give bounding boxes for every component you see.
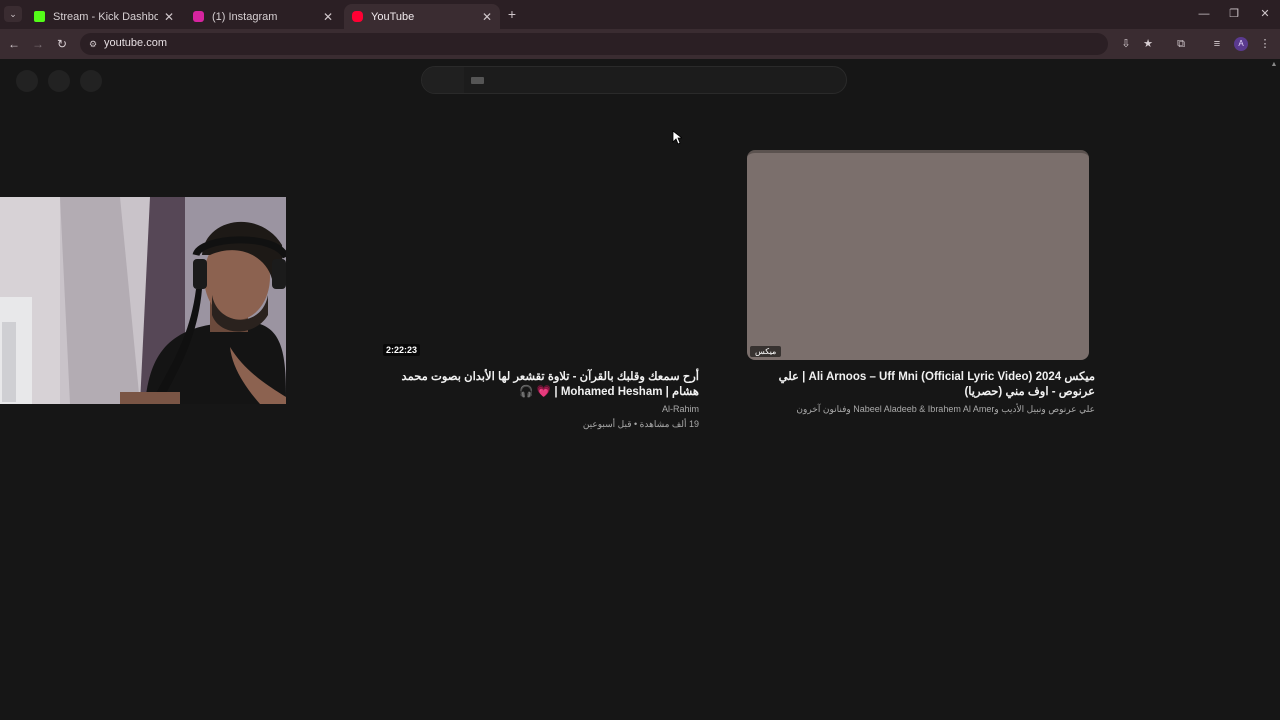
search-icon[interactable] [422, 67, 464, 93]
scroll-up-arrow-icon[interactable]: ▲ [1270, 61, 1278, 69]
mouse-cursor-icon [672, 130, 682, 145]
nav-button-placeholder[interactable] [80, 70, 102, 92]
tab-instagram[interactable]: (1) Instagram ✕ [185, 4, 341, 29]
close-icon[interactable]: ✕ [323, 10, 333, 24]
chevron-down-icon: ⌄ [9, 9, 17, 19]
menu-kebab-icon[interactable]: ⋮ [1257, 36, 1273, 52]
kick-icon [34, 11, 45, 22]
media-controls-icon[interactable]: ≡ [1209, 36, 1225, 52]
keyboard-icon[interactable] [471, 77, 484, 84]
tab-youtube[interactable]: YouTube ✕ [344, 4, 500, 29]
mix-badge: ميكس [750, 346, 782, 357]
window-close-icon[interactable]: ✕ [1257, 6, 1273, 22]
tab-kick-dashboard[interactable]: Stream - Kick Dashboard ✕ [26, 4, 182, 29]
tab-search-button[interactable]: ⌄ [4, 6, 22, 22]
video-meta: 19 ألف مشاهدة • قبل أسبوعين [582, 419, 699, 429]
install-app-icon[interactable]: ⇩ [1118, 36, 1134, 52]
video-title[interactable]: أرح سمعك وقلبك بالقرآن - تلاوة تقشعر لها… [383, 370, 699, 400]
minimize-icon[interactable]: — [1196, 6, 1212, 22]
youtube-page: ▲ 2:22:23 أرح سمعك وقلبك بالقرآن - تلاوة… [0, 59, 1280, 720]
close-icon[interactable]: ✕ [164, 10, 174, 24]
extensions-icon[interactable]: ⧉ [1173, 36, 1189, 52]
tab-strip: ⌄ Stream - Kick Dashboard ✕ (1) Instagra… [0, 0, 1280, 29]
video-channel[interactable]: Al-Rahim [383, 404, 699, 414]
new-tab-button[interactable]: + [505, 6, 519, 22]
video-duration-badge: 2:22:23 [383, 344, 421, 356]
tab-title: YouTube [371, 10, 415, 23]
tab-title: Stream - Kick Dashboard [53, 10, 158, 23]
back-icon[interactable]: ← [6, 36, 22, 52]
webcam-overlay [0, 197, 286, 404]
restore-icon[interactable]: ❐ [1226, 6, 1242, 22]
video-title[interactable]: ميكس Ali Arnoos – Uff Mni (Official Lyri… [747, 370, 1095, 400]
bookmark-star-icon[interactable]: ★ [1140, 36, 1156, 52]
search-bar[interactable] [421, 66, 847, 94]
reload-icon[interactable]: ↻ [54, 36, 70, 52]
menu-button-placeholder[interactable] [16, 70, 38, 92]
youtube-icon [352, 11, 363, 22]
close-icon[interactable]: ✕ [482, 10, 492, 24]
browser-toolbar: ← → ↻ ⚙ youtube.com ⇩ ★ ⧉ ≡ A ⋮ [0, 29, 1280, 59]
streamer-webcam-image [0, 197, 286, 404]
profile-avatar[interactable]: A [1234, 37, 1248, 51]
video-channel[interactable]: علي عرنوص ونبيل الأديب وNabeel Aladeeb &… [747, 404, 1095, 415]
instagram-icon [193, 11, 204, 22]
address-bar[interactable]: ⚙ youtube.com [80, 33, 1108, 55]
url-text[interactable]: youtube.com [104, 37, 167, 49]
forward-icon[interactable]: → [30, 36, 46, 52]
site-info-icon[interactable]: ⚙ [87, 38, 99, 50]
video-thumbnail[interactable]: ميكس [747, 150, 1089, 360]
tab-title: (1) Instagram [212, 10, 278, 23]
logo-placeholder[interactable] [48, 70, 70, 92]
